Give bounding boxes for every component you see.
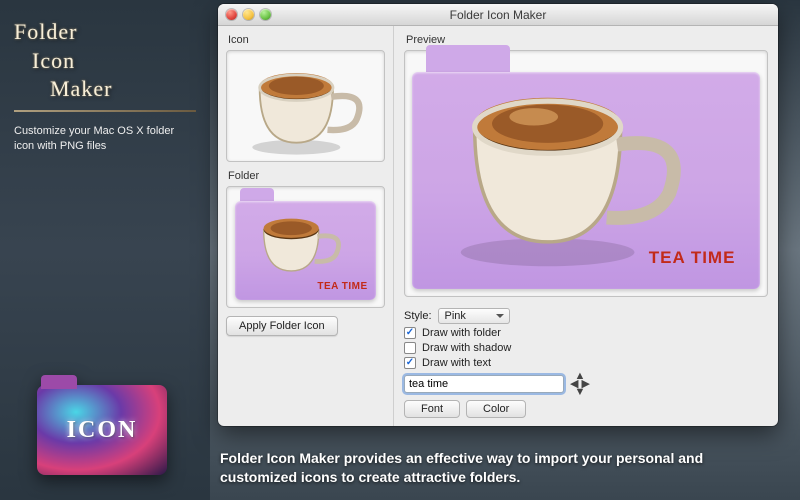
tagline: Customize your Mac OS X folder icon with… <box>14 124 196 155</box>
zoom-icon[interactable] <box>260 9 271 20</box>
draw-with-text-label: Draw with text <box>422 357 491 369</box>
draw-with-shadow-label: Draw with shadow <box>422 342 511 354</box>
close-icon[interactable] <box>226 9 237 20</box>
move-handle-icon[interactable]: ▲◀ ▶▼ <box>570 372 590 396</box>
draw-with-folder-checkbox[interactable] <box>404 327 416 339</box>
folder-label: Folder <box>228 170 385 182</box>
icon-well[interactable] <box>226 50 385 162</box>
font-button[interactable]: Font <box>404 400 460 418</box>
title-line-2: Icon <box>32 47 196 76</box>
coffee-cup-icon <box>426 63 704 275</box>
coffee-cup-icon <box>243 198 353 289</box>
promo-sidebar: Folder Icon Maker Customize your Mac OS … <box>0 0 210 500</box>
titlebar[interactable]: Folder Icon Maker <box>218 4 778 26</box>
draw-with-shadow-checkbox[interactable] <box>404 342 416 354</box>
minimize-icon[interactable] <box>243 9 254 20</box>
dock-icon-label: ICON <box>67 417 138 444</box>
coffee-cup-icon <box>227 51 384 161</box>
draw-with-folder-label: Draw with folder <box>422 327 501 339</box>
overlay-text-input[interactable] <box>404 375 564 393</box>
app-title: Folder Icon Maker <box>14 18 196 104</box>
preview-overlay-text: TEA TIME <box>649 248 736 268</box>
preview-well: TEA TIME <box>404 50 768 297</box>
apply-folder-icon-button[interactable]: Apply Folder Icon <box>226 316 338 336</box>
title-line-1: Folder <box>14 18 196 47</box>
window-title: Folder Icon Maker <box>218 8 778 22</box>
style-select[interactable]: Pink <box>438 308 510 324</box>
promo-caption: Folder Icon Maker provides an effective … <box>220 449 782 488</box>
icon-label: Icon <box>228 34 385 46</box>
style-label: Style: <box>404 310 432 322</box>
folder-well[interactable]: TEA TIME <box>226 186 385 308</box>
draw-with-text-checkbox[interactable] <box>404 357 416 369</box>
title-divider <box>14 110 196 112</box>
title-line-3: Maker <box>50 75 196 104</box>
dock-icon: ICON <box>32 375 172 480</box>
folder-thumbnail-text: TEA TIME <box>317 281 367 292</box>
app-window: Folder Icon Maker Icon Folder <box>218 4 778 426</box>
color-button[interactable]: Color <box>466 400 526 418</box>
